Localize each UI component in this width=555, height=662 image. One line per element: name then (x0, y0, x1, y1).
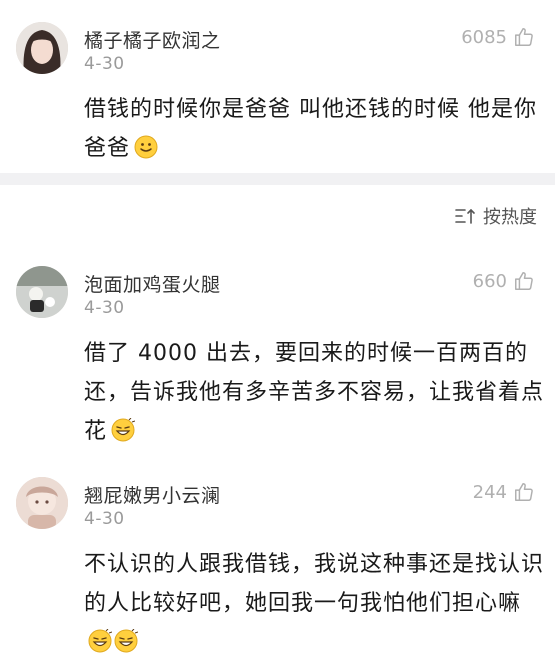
section-divider (0, 173, 555, 185)
smile-emoji (134, 135, 158, 159)
comment-text: 借了 4000 出去，要回来的时候一百两百的还，告诉我他有多辛苦多不容易，让我省… (84, 334, 544, 451)
grin-emoji (111, 418, 136, 442)
like-button[interactable]: 660 (473, 270, 535, 292)
username[interactable]: 橘子橘子欧润之 (84, 26, 221, 53)
comment-date: 4-30 (84, 54, 125, 74)
like-button[interactable]: 6085 (461, 26, 535, 48)
avatar[interactable] (16, 22, 68, 74)
sort-icon (455, 208, 475, 224)
like-count: 660 (472, 270, 507, 292)
comment-date: 4-30 (84, 509, 125, 529)
avatar[interactable] (16, 266, 68, 318)
comment-text: 不认识的人跟我借钱，我说这种事还是找认识的人比较好吧，她回我一句我怕他们担心嘛 (84, 545, 544, 662)
thumbs-up-icon (515, 28, 533, 46)
like-count: 6085 (461, 26, 507, 48)
comment-date: 4-30 (84, 298, 125, 318)
grin-emoji (88, 629, 112, 653)
thumbs-up-icon (515, 272, 533, 290)
like-count: 244 (472, 481, 507, 503)
grin-emoji (114, 629, 138, 653)
comment-text: 借钱的时候你是爸爸 叫他还钱的时候 他是你爸爸 (84, 90, 544, 168)
comment-text-content: 不认识的人跟我借钱，我说这种事还是找认识的人比较好吧，她回我一句我怕他们担心嘛 (84, 552, 545, 616)
like-button[interactable]: 244 (473, 481, 535, 503)
avatar[interactable] (16, 477, 68, 529)
comment-text-content: 借了 4000 出去，要回来的时候一百两百的还，告诉我他有多辛苦多不容易，让我省… (84, 341, 545, 444)
sort-label: 按热度 (483, 207, 537, 228)
username[interactable]: 泡面加鸡蛋火腿 (84, 270, 221, 297)
username[interactable]: 翘屁嫩男小云澜 (84, 481, 221, 508)
thumbs-up-icon (515, 483, 533, 501)
sort-button[interactable]: 按热度 (455, 203, 537, 229)
